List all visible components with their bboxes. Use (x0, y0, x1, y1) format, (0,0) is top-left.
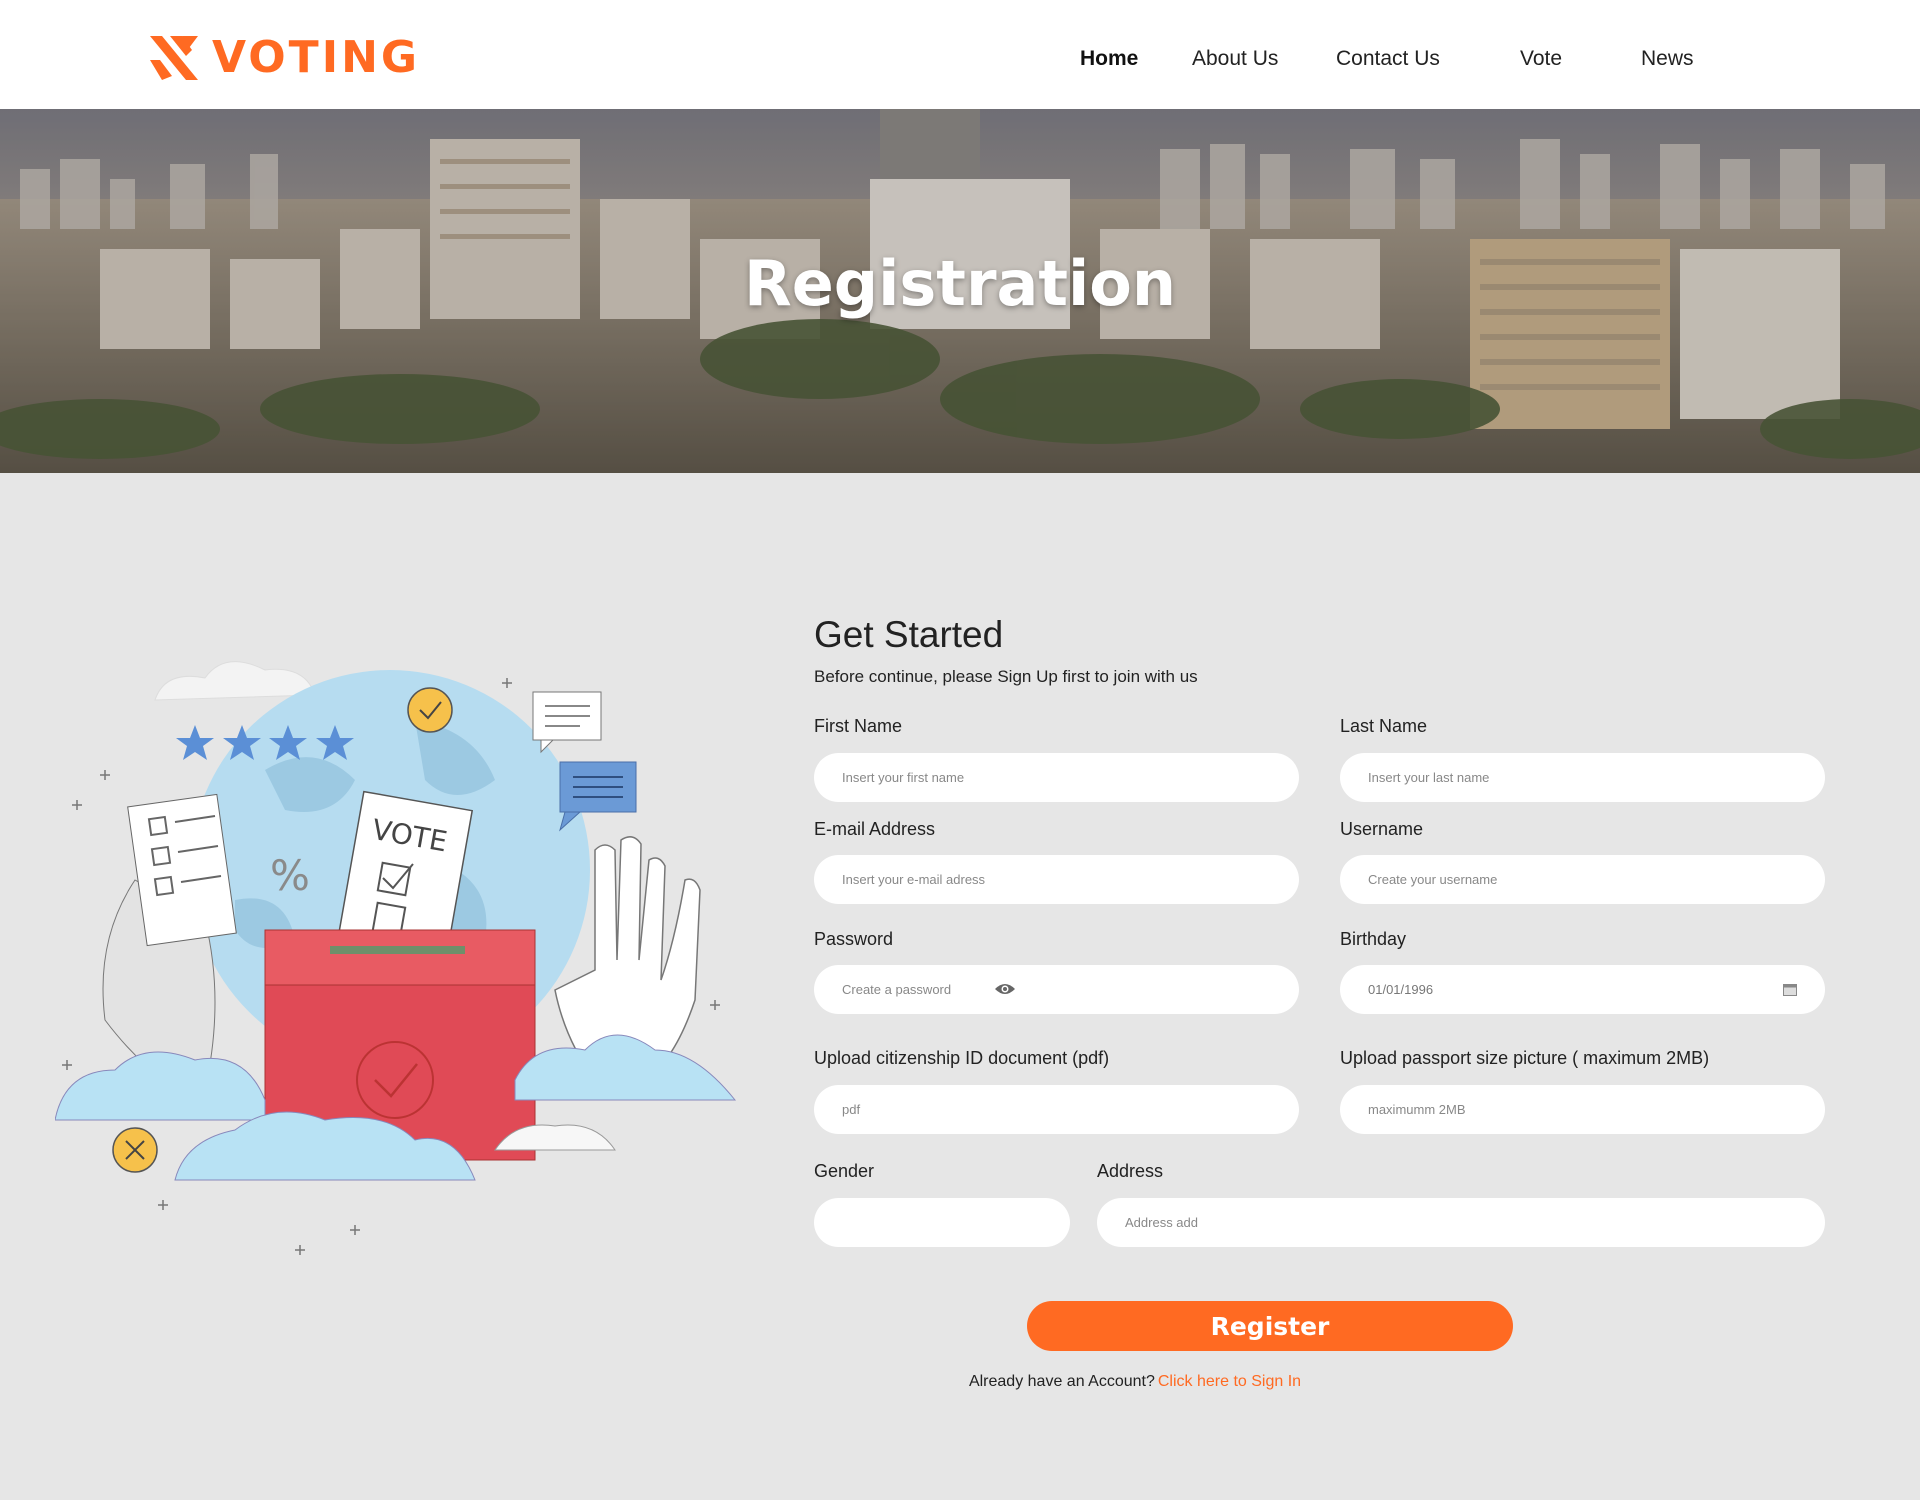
citizenship-doc-field[interactable] (814, 1085, 1299, 1134)
address-field[interactable] (1097, 1198, 1825, 1247)
form-subtitle: Before continue, please Sign Up first to… (814, 667, 1198, 686)
nav-vote[interactable]: Vote (1520, 47, 1562, 71)
nav-home[interactable]: Home (1080, 47, 1138, 71)
citizenship-doc-label: Upload citizenship ID document (pdf) (814, 1048, 1110, 1068)
password-label: Password (814, 929, 894, 949)
signin-prompt: Already have an Account? Click here to Si… (0, 1373, 1920, 1391)
last-name-field[interactable] (1340, 753, 1825, 802)
calendar-icon[interactable] (1783, 983, 1797, 996)
voting-illustration: % VOTE (54, 640, 745, 1260)
address-input[interactable] (1125, 1215, 1825, 1230)
signin-prompt-text: Already have an Account? (968, 1373, 1155, 1390)
eye-icon[interactable] (994, 981, 1016, 997)
nav-about-us[interactable]: About Us (1192, 47, 1278, 71)
nav-news[interactable]: News (1641, 47, 1694, 71)
gender-label: Gender (814, 1161, 875, 1181)
percent-text: % (270, 851, 310, 900)
first-name-input[interactable] (842, 770, 1299, 785)
register-button[interactable]: Register (1027, 1301, 1513, 1351)
email-input[interactable] (842, 872, 1299, 887)
email-field[interactable] (814, 855, 1299, 904)
last-name-input[interactable] (1368, 770, 1825, 785)
password-input[interactable] (842, 982, 992, 997)
form-title: Get Started (814, 614, 1004, 655)
email-label: E-mail Address (814, 819, 936, 839)
page-title: Registration (743, 247, 1176, 320)
citizenship-doc-input[interactable] (842, 1102, 1299, 1117)
address-label: Address (1097, 1161, 1164, 1181)
passport-pic-input[interactable] (1368, 1102, 1825, 1117)
hero-banner: Registration (0, 109, 1920, 473)
birthday-label: Birthday (1340, 929, 1407, 949)
birthday-input[interactable] (1368, 982, 1825, 997)
first-name-label: First Name (814, 716, 903, 736)
passport-pic-field[interactable] (1340, 1085, 1825, 1134)
password-field[interactable] (814, 965, 1299, 1014)
passport-pic-label: Upload passport size picture ( maximum 2… (1340, 1048, 1710, 1068)
username-input[interactable] (1368, 872, 1825, 887)
birthday-field[interactable] (1340, 965, 1825, 1014)
username-field[interactable] (1340, 855, 1825, 904)
first-name-field[interactable] (814, 753, 1299, 802)
gender-input[interactable] (842, 1215, 1070, 1230)
username-label: Username (1340, 819, 1424, 839)
site-header: VOTING Home About Us Contact Us Vote New… (0, 0, 1920, 109)
nav-contact-us[interactable]: Contact Us (1336, 47, 1440, 71)
last-name-label: Last Name (1340, 716, 1428, 736)
signin-link[interactable]: Click here to Sign In (1158, 1373, 1301, 1390)
gender-field[interactable] (814, 1198, 1070, 1247)
main-nav: Home About Us Contact Us Vote News (0, 47, 1920, 77)
